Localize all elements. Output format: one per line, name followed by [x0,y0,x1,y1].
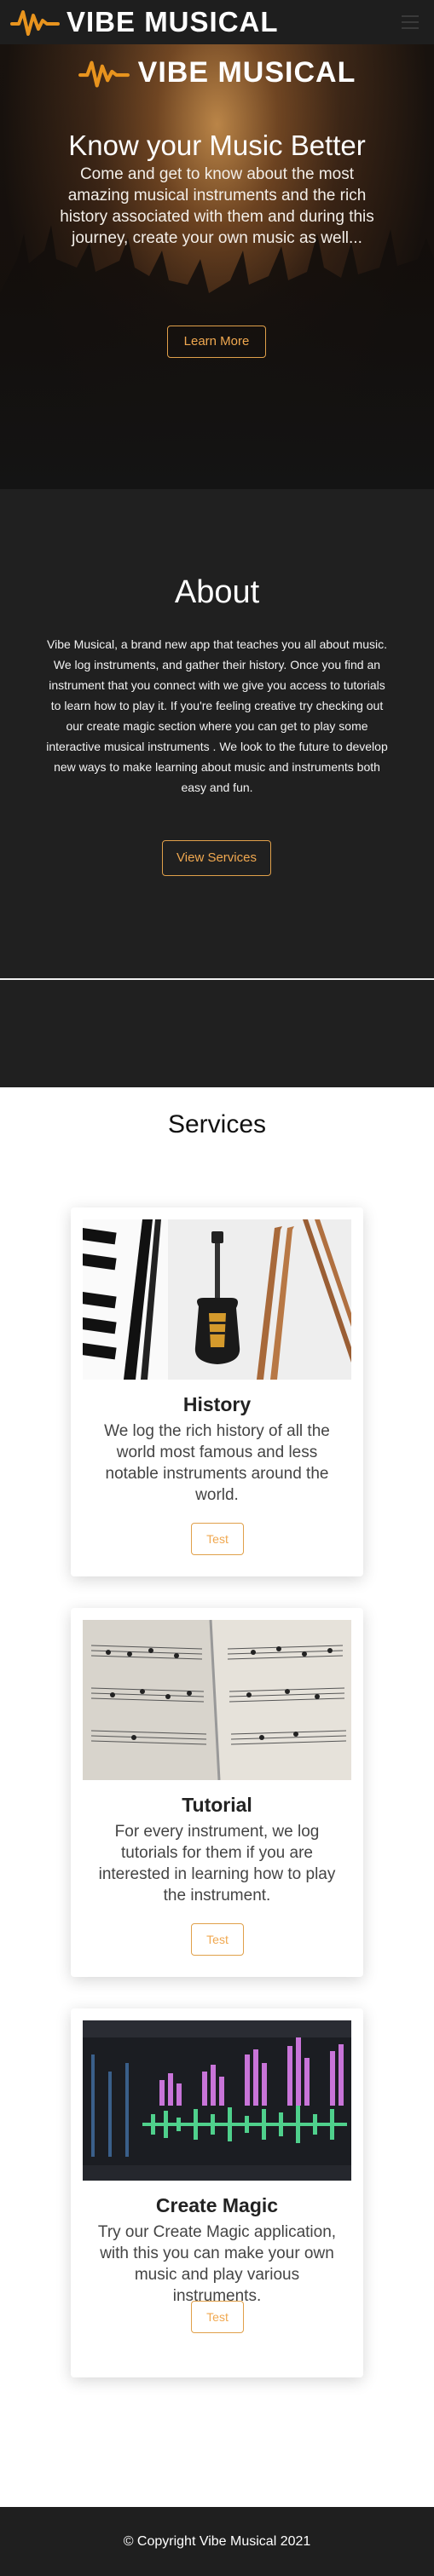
service-card-create-magic: Create Magic Try our Create Magic applic… [71,2008,363,2377]
service-card-history: History We log the rich history of all t… [71,1207,363,1576]
hero-section: VIBE MUSICAL Know your Music Better Come… [0,44,434,489]
audio-waveform-daw-image [83,2020,351,2181]
hamburger-menu-icon[interactable] [402,15,419,29]
card-text-create-magic: Try our Create Magic application, with t… [97,2223,337,2305]
navbar: VIBE MUSICAL [0,0,434,44]
card-text-tutorial: For every instrument, we log tutorials f… [98,1823,336,1905]
card-text-history: We log the rich history of all the world… [104,1422,330,1504]
sheet-music-book-image [83,1620,351,1780]
waveform-logo-icon [10,10,60,36]
hero-subtitle: Come and get to know about the most amaz… [60,165,374,247]
sheet-music-image [83,1620,351,1780]
hero-title: Know your Music Better [68,130,366,161]
create-magic-test-button[interactable]: Test [191,2301,244,2333]
about-title: About [174,574,260,610]
about-text: Vibe Musical, a brand new app that teach… [46,637,388,794]
card-title-tutorial: Tutorial [182,1794,252,1816]
services-title: Services [167,1110,267,1138]
tutorial-test-button[interactable]: Test [191,1923,244,1956]
card-title-history: History [182,1393,252,1415]
navbar-brand[interactable]: VIBE MUSICAL [10,6,279,38]
dark-spacer-band [0,980,434,1087]
history-test-button[interactable]: Test [191,1523,244,1555]
card-title-create-magic: Create Magic [155,2194,279,2216]
music-production-image [83,2020,351,2181]
hero-logo: VIBE MUSICAL [0,56,434,89]
footer: © Copyright Vibe Musical 2021 [0,2507,434,2576]
about-section: About Vibe Musical, a brand new app that… [0,489,434,979]
waveform-logo-icon [78,61,130,88]
footer-copyright: © Copyright Vibe Musical 2021 [123,2534,311,2549]
piano-guitar-drumsticks-image [83,1219,351,1380]
instruments-image [83,1219,351,1380]
hero-logo-text: VIBE MUSICAL [137,56,356,89]
service-card-tutorial: Tutorial For every instrument, we log tu… [71,1608,363,1977]
learn-more-button[interactable]: Learn More [167,326,266,358]
view-services-button[interactable]: View Services [162,840,271,876]
navbar-brand-text: VIBE MUSICAL [67,6,279,37]
